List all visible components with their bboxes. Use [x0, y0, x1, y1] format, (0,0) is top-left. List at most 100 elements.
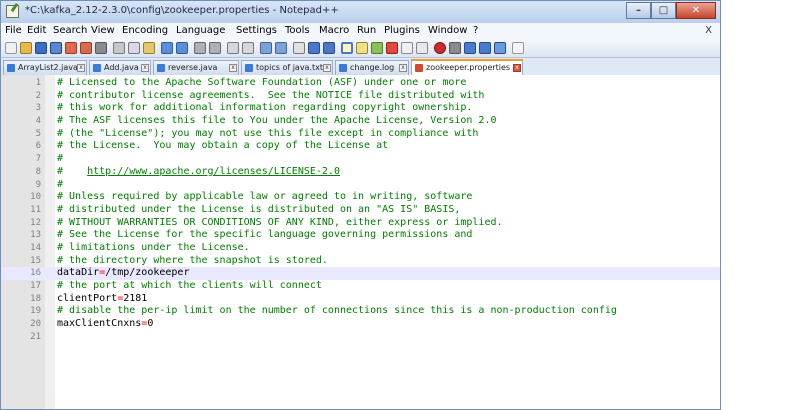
menu-view[interactable]: View — [91, 25, 115, 36]
menu-run[interactable]: Run — [357, 25, 376, 36]
code-line[interactable]: 5 # (the "License"); you may not use this… — [1, 128, 720, 141]
print-icon[interactable] — [95, 42, 107, 54]
menu-window[interactable]: Window — [428, 25, 467, 36]
tab-close-icon[interactable]: x — [323, 64, 331, 72]
code-content[interactable]: 1 # Licensed to the Apache Software Found… — [1, 77, 720, 343]
code-line[interactable]: 6 # the License. You may obtain a copy of… — [1, 140, 720, 153]
menu-search[interactable]: Search — [53, 25, 87, 36]
function-list-icon[interactable] — [371, 42, 383, 54]
code-line[interactable]: 9 # — [1, 179, 720, 192]
monitor-icon[interactable] — [401, 42, 413, 54]
minimize-button[interactable]: – — [626, 2, 651, 19]
menu-settings[interactable]: Settings — [236, 25, 277, 36]
code-line[interactable]: 12 # WITHOUT WARRANTIES OR CONDITIONS OF … — [1, 217, 720, 230]
find-icon[interactable] — [194, 42, 206, 54]
tab-topics-of-java-txt[interactable]: topics of java.txt x — [241, 60, 333, 75]
code-line[interactable]: 15 # the directory where the snapshot is … — [1, 255, 720, 268]
stop-macro-icon[interactable] — [449, 42, 461, 54]
lang-icon[interactable] — [341, 42, 353, 54]
code-line[interactable]: 16 dataDir=/tmp/zookeeper — [1, 267, 720, 280]
eye-icon[interactable] — [416, 42, 428, 54]
tab-change-log[interactable]: change.log x — [335, 60, 409, 75]
show-all-chars-icon[interactable] — [308, 42, 320, 54]
save-all-icon[interactable] — [50, 42, 62, 54]
tab-zookeeper-properties[interactable]: zookeeper.properties x — [411, 59, 523, 76]
save-macro-icon[interactable] — [494, 42, 506, 54]
code-line[interactable]: 2 # contributor license agreements. See t… — [1, 90, 720, 103]
close-button[interactable]: ✕ — [676, 2, 716, 19]
sync-scroll-h-icon[interactable] — [275, 42, 287, 54]
line-number: 21 — [30, 331, 41, 342]
code-line[interactable]: 18 clientPort=2181 — [1, 293, 720, 306]
tab-arraylist2-java[interactable]: ArrayList2.java x — [3, 60, 87, 75]
new-file-icon[interactable] — [5, 42, 17, 54]
code-line[interactable]: 21 — [1, 331, 720, 344]
run-macro-multiple-icon[interactable] — [479, 42, 491, 54]
code-line[interactable]: 13 # See the License for the specific lan… — [1, 229, 720, 242]
maximize-button[interactable]: □ — [651, 2, 676, 19]
code-line[interactable]: 17 # the port at which the clients will c… — [1, 280, 720, 293]
property-text: dataDir — [57, 267, 100, 279]
line-number: 11 — [30, 204, 41, 215]
play-macro-icon[interactable] — [464, 42, 476, 54]
tab-close-icon[interactable]: x — [229, 64, 237, 72]
code-line[interactable]: 4 # The ASF licenses this file to You und… — [1, 115, 720, 128]
replace-icon[interactable] — [209, 42, 221, 54]
indent-guide-icon[interactable] — [323, 42, 335, 54]
code-line[interactable]: 3 # this work for additional information … — [1, 102, 720, 115]
menu-language[interactable]: Language — [176, 25, 225, 36]
zoom-in-icon[interactable] — [227, 42, 239, 54]
line-text: # http://www.apache.org/licenses/LICENSE… — [57, 166, 340, 179]
tab-close-icon[interactable]: x — [399, 64, 407, 72]
close-all-icon[interactable] — [80, 42, 92, 54]
code-line[interactable]: 20 maxClientCnxns=0 — [1, 318, 720, 331]
tab-close-icon[interactable]: x — [77, 64, 85, 72]
cut-icon[interactable] — [113, 42, 125, 54]
line-number: 6 — [35, 141, 41, 152]
tab-close-icon[interactable]: x — [513, 64, 521, 72]
doc-map-icon[interactable] — [356, 42, 368, 54]
file-tab-icon — [93, 64, 101, 72]
code-line[interactable]: 1 # Licensed to the Apache Software Found… — [1, 77, 720, 90]
line-number: 1 — [35, 78, 41, 88]
code-line[interactable]: 8 # http://www.apache.org/licenses/LICENS… — [1, 166, 720, 179]
tab-close-icon[interactable]: x — [141, 64, 149, 72]
record-macro-icon[interactable] — [434, 42, 446, 54]
comment-text: # (the "License"); you may not use this … — [57, 127, 479, 139]
open-file-icon[interactable] — [20, 42, 32, 54]
code-line[interactable]: 10 # Unless required by applicable law or… — [1, 191, 720, 204]
code-line[interactable]: 19 # disable the per-ip limit on the numb… — [1, 305, 720, 318]
code-line[interactable]: 14 # limitations under the License. — [1, 242, 720, 255]
menu-help[interactable]: ? — [473, 25, 478, 36]
close-file-icon[interactable] — [65, 42, 77, 54]
word-wrap-icon[interactable] — [293, 42, 305, 54]
line-number: 9 — [35, 179, 41, 190]
menu-macro[interactable]: Macro — [319, 25, 349, 36]
menu-plugins[interactable]: Plugins — [384, 25, 420, 36]
code-editor[interactable]: 1 # Licensed to the Apache Software Found… — [1, 75, 720, 409]
code-line[interactable]: 11 # distributed under the License is dis… — [1, 204, 720, 217]
copy-icon[interactable] — [128, 42, 140, 54]
menu-edit[interactable]: Edit — [27, 25, 46, 36]
redo-icon[interactable] — [176, 42, 188, 54]
url-link[interactable]: http://www.apache.org/licenses/LICENSE-2… — [87, 166, 340, 177]
code-line[interactable]: 7 # — [1, 153, 720, 166]
document-close-icon[interactable]: X — [705, 25, 712, 36]
sync-scroll-icon[interactable] — [260, 42, 272, 54]
save-icon[interactable] — [35, 42, 47, 54]
paste-icon[interactable] — [143, 42, 155, 54]
spell-check-icon[interactable] — [512, 42, 524, 54]
line-number: 13 — [30, 230, 41, 241]
zoom-out-icon[interactable] — [242, 42, 254, 54]
title-bar[interactable]: *C:\kafka_2.12-2.3.0\config\zookeeper.pr… — [1, 1, 720, 23]
notepadpp-app-icon[interactable] — [6, 5, 19, 18]
tab-reverse-java[interactable]: reverse.java x — [153, 60, 239, 75]
line-text: # contributor license agreements. See th… — [57, 90, 484, 103]
menu-file[interactable]: File — [5, 25, 22, 36]
menu-tools[interactable]: Tools — [285, 25, 310, 36]
tab-add-java[interactable]: Add.java x — [89, 60, 151, 75]
folder-workspace-icon[interactable] — [386, 42, 398, 54]
undo-icon[interactable] — [161, 42, 173, 54]
line-number: 14 — [30, 242, 41, 253]
menu-encoding[interactable]: Encoding — [122, 25, 168, 36]
